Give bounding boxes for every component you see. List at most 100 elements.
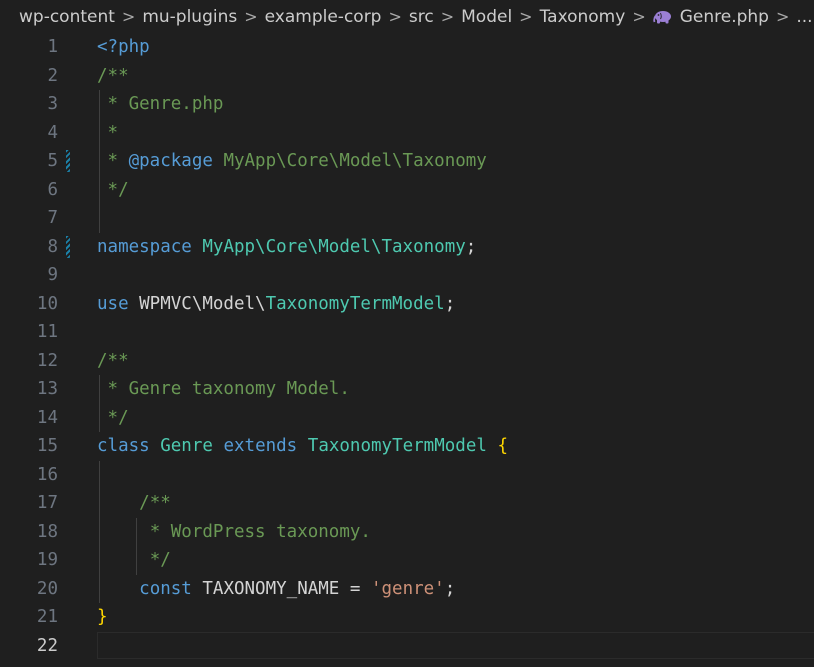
breadcrumb-item-mu-plugins[interactable]: mu-plugins — [142, 7, 237, 27]
line-content: */ — [97, 546, 171, 575]
line-number: 2 — [47, 65, 58, 86]
code-line[interactable]: 17 /** — [0, 489, 814, 518]
line-number: 8 — [47, 236, 58, 257]
code-line[interactable]: 21} — [0, 603, 814, 632]
line-number: 11 — [36, 322, 58, 342]
code-token: /** — [139, 493, 171, 513]
code-token: ; — [465, 236, 477, 257]
code-token: MyApp\Core\Model\Taxonomy — [212, 151, 487, 171]
breadcrumb-item-example-corp[interactable]: example-corp — [265, 7, 382, 27]
code-line[interactable]: 10 use WPMVC\Model\TaxonomyTermModel; — [0, 290, 814, 319]
breadcrumb-more[interactable]: ... — [796, 7, 812, 27]
line-content: */ — [97, 176, 129, 205]
code-token: * Genre taxonomy Model. — [97, 379, 350, 399]
breadcrumb: wp-content > mu-plugins > example-corp >… — [0, 0, 814, 33]
code-line[interactable]: 2 /** — [0, 62, 814, 91]
line-number: 7 — [47, 208, 58, 228]
code-token: TAXONOMY_NAME = — [191, 578, 371, 599]
code-token: extends — [223, 436, 298, 456]
line-number: 4 — [47, 122, 58, 143]
line-content: <?php — [97, 33, 150, 62]
code-line[interactable]: 13 * Genre taxonomy Model. — [0, 375, 814, 404]
line-number: 5 — [47, 151, 58, 171]
line-content: class Genre extends TaxonomyTermModel { — [97, 432, 508, 461]
breadcrumb-item-wp-content[interactable]: wp-content — [19, 7, 115, 27]
code-line[interactable]: 4 * — [0, 118, 814, 148]
line-number: 20 — [36, 578, 58, 599]
code-token: * — [97, 151, 129, 171]
code-line[interactable]: 15 class Genre extends TaxonomyTermModel … — [0, 432, 814, 461]
code-area[interactable]: 1 <?php 2/** 3 * Genre.php 4 * 5 * @package M… — [0, 33, 814, 667]
line-number: 13 — [36, 379, 58, 399]
line-content: use WPMVC\Model\TaxonomyTermModel; — [97, 290, 455, 319]
line-number: 16 — [36, 464, 58, 485]
code-line[interactable]: 19 */ — [0, 546, 814, 575]
line-content: * WordPress taxonomy. — [97, 518, 371, 547]
code-token: ; — [444, 578, 456, 599]
line-content: } — [97, 603, 108, 632]
code-token: ; — [444, 293, 456, 314]
breadcrumb-item-src[interactable]: src — [409, 7, 434, 27]
code-line[interactable]: 8 namespace MyApp\Core\Model\Taxonomy; — [0, 233, 814, 262]
indent-guide — [99, 460, 100, 489]
code-line[interactable]: 5 * @package MyApp\Core\Model\Taxonomy — [0, 147, 814, 176]
breadcrumb-item-file[interactable]: Genre.php — [652, 6, 769, 27]
code-token: */ — [97, 179, 129, 200]
line-number: 17 — [36, 493, 58, 513]
code-token: * — [97, 122, 119, 143]
code-line[interactable]: 9 — [0, 261, 814, 290]
code-line[interactable]: 22 — [0, 631, 814, 661]
line-content: * Genre taxonomy Model. — [97, 375, 350, 404]
code-line[interactable]: 1 <?php — [0, 33, 814, 62]
code-token: * WordPress taxonomy. — [139, 521, 371, 542]
line-number: 1 — [47, 37, 58, 57]
breadcrumb-separator: > — [775, 7, 790, 26]
line-number: 18 — [36, 521, 58, 542]
code-line[interactable]: 20 const TAXONOMY_NAME = 'genre'; — [0, 574, 814, 603]
line-number: 15 — [36, 436, 58, 456]
breadcrumb-separator: > — [519, 7, 533, 26]
breadcrumb-item-model[interactable]: Model — [461, 7, 512, 27]
code-line[interactable]: 3 * Genre.php — [0, 90, 814, 119]
breadcrumb-file-name: Genre.php — [679, 6, 769, 27]
code-line[interactable]: 7 — [0, 204, 814, 233]
modified-line-marker[interactable] — [66, 235, 70, 258]
code-token: */ — [97, 407, 129, 428]
code-line[interactable]: 6 */ — [0, 175, 814, 205]
line-content: * Genre.php — [97, 90, 224, 119]
code-token: /** — [97, 350, 129, 371]
breadcrumb-separator: > — [388, 7, 402, 26]
code-token: { — [497, 436, 508, 456]
indent-guide — [99, 204, 100, 233]
modified-line-marker[interactable] — [66, 150, 70, 172]
code-line[interactable]: 14 */ — [0, 403, 814, 432]
code-token: TaxonomyTermModel — [265, 293, 445, 314]
code-token: } — [97, 607, 108, 627]
code-token: /** — [97, 65, 129, 86]
code-line[interactable]: 12 /** — [0, 347, 814, 376]
line-content: /** — [97, 62, 129, 91]
line-number: 14 — [36, 407, 58, 428]
line-number: 3 — [47, 94, 58, 114]
code-line[interactable]: 16 — [0, 460, 814, 489]
line-number: 9 — [47, 265, 58, 285]
line-content: * — [97, 119, 119, 148]
code-editor[interactable]: wp-content > mu-plugins > example-corp >… — [0, 0, 814, 667]
breadcrumb-item-taxonomy[interactable]: Taxonomy — [540, 7, 626, 27]
code-token: <?php — [97, 37, 150, 57]
code-token: class — [97, 436, 150, 456]
code-line[interactable]: 18 * WordPress taxonomy. — [0, 517, 814, 547]
php-elephant-icon — [652, 10, 671, 23]
code-token: * Genre.php — [97, 94, 224, 114]
code-token: const — [139, 578, 192, 599]
code-line[interactable]: 11 — [0, 318, 814, 347]
code-token: 'genre' — [370, 578, 445, 599]
breadcrumb-separator: > — [244, 7, 258, 26]
